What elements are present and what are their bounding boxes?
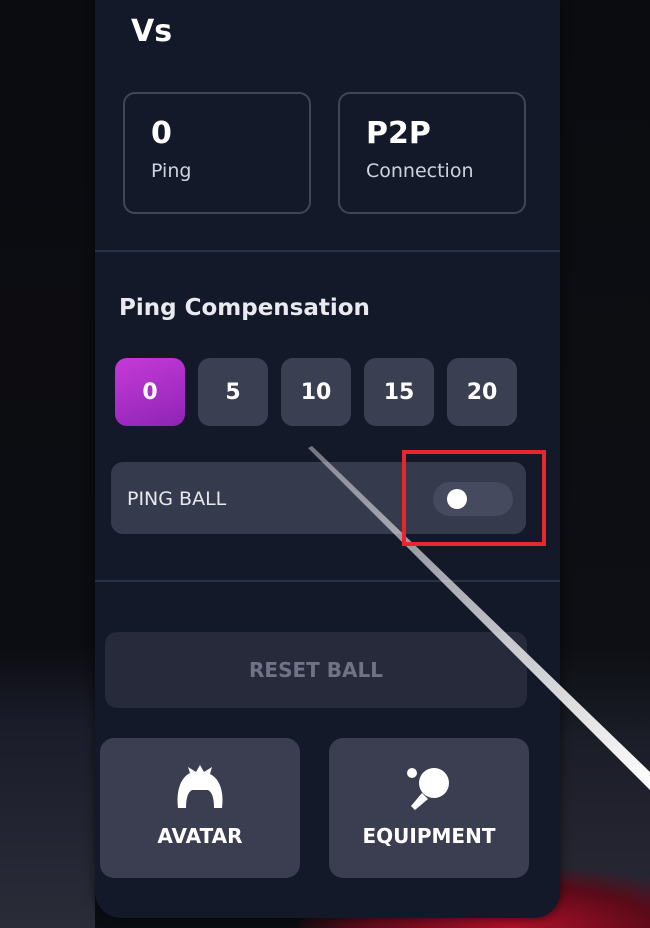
background-right <box>550 0 650 928</box>
divider <box>95 250 560 252</box>
divider <box>95 580 560 582</box>
ping-compensation-option-15[interactable]: 15 <box>364 358 434 426</box>
ping-stat-card: 0 Ping <box>123 92 311 214</box>
panel-title: Vs <box>131 14 173 49</box>
avatar-label: AVATAR <box>157 824 243 848</box>
ping-compensation-option-0[interactable]: 0 <box>115 358 185 426</box>
reset-ball-button[interactable]: RESET BALL <box>105 632 527 708</box>
ping-value: 0 <box>151 116 172 151</box>
ping-compensation-title: Ping Compensation <box>119 295 370 321</box>
ping-compensation-option-20[interactable]: 20 <box>447 358 517 426</box>
ping-label: Ping <box>151 160 192 182</box>
highlight-box <box>402 450 546 546</box>
ping-pong-paddle-icon <box>407 768 449 810</box>
avatar-button[interactable]: AVATAR <box>100 738 300 878</box>
equipment-button[interactable]: EQUIPMENT <box>329 738 529 878</box>
ping-compensation-option-10[interactable]: 10 <box>281 358 351 426</box>
connection-stat-card: P2P Connection <box>338 92 526 214</box>
equipment-label: EQUIPMENT <box>362 824 496 848</box>
connection-value: P2P <box>366 116 431 151</box>
ping-compensation-option-5[interactable]: 5 <box>198 358 268 426</box>
hair-icon <box>177 765 223 808</box>
ping-ball-label: PING BALL <box>127 488 227 510</box>
connection-label: Connection <box>366 160 474 182</box>
background-left <box>0 0 95 928</box>
